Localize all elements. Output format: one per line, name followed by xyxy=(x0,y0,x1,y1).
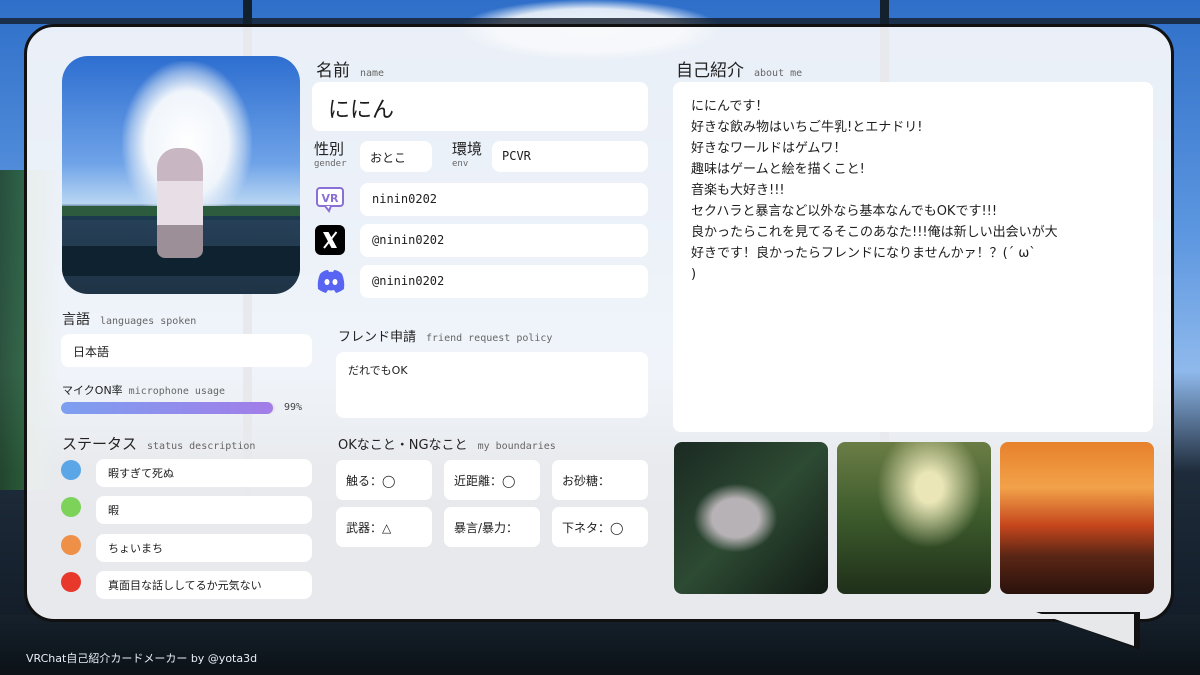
about-heading: 自己紹介 about me xyxy=(676,56,802,81)
credit-text: VRChat自己紹介カードメーカー by @yota3d xyxy=(26,652,258,665)
screenshot-photo-2 xyxy=(837,442,991,594)
discord-handle-value: @ninin0202 xyxy=(372,274,445,288)
avatar-photo xyxy=(62,56,300,294)
boundaries-sub-label: my boundaries xyxy=(477,441,556,452)
vrchat-id-value: ninin0202 xyxy=(372,192,438,206)
vrchat-id-field: ninin0202 xyxy=(360,183,648,216)
languages-label: 言語 xyxy=(62,312,90,328)
env-sub-label: env xyxy=(452,159,469,169)
status-sub-label: status description xyxy=(147,441,256,452)
status-dot-green xyxy=(61,497,81,517)
boundary-item: 暴言/暴力： xyxy=(444,507,540,547)
mic-usage-percent: 99% xyxy=(284,402,303,413)
avatar-figure xyxy=(157,148,203,258)
env-heading: 環境 env xyxy=(452,142,482,169)
languages-heading: 言語 languages spoken xyxy=(62,309,196,329)
env-value: PCVR xyxy=(502,149,531,163)
boundaries-heading: OKなこと・NGなこと my boundaries xyxy=(338,434,556,453)
about-line: 好きです！良かったらフレンドになりませんかァ！？(´ ω` xyxy=(691,246,1036,261)
status-item-blue: 暇すぎて死ぬ xyxy=(96,459,312,487)
name-sub-label: name xyxy=(360,68,385,79)
boundary-item: 触る：◯ xyxy=(336,460,432,500)
x-handle-field: @ninin0202 xyxy=(360,224,648,257)
boundaries-label: OKなこと・NGなこと xyxy=(338,438,468,453)
status-dot-red xyxy=(61,572,81,592)
screenshot-photo-3 xyxy=(1000,442,1154,594)
x-handle-value: @ninin0202 xyxy=(372,233,445,247)
about-line: セクハラと暴言など以外なら基本なんでもOKです!!! xyxy=(691,204,998,219)
friend-request-sub-label: friend request policy xyxy=(426,333,553,344)
status-item-text: 暇すぎて死ぬ xyxy=(108,467,174,480)
status-item-text: 暇 xyxy=(108,504,119,517)
friend-request-heading: フレンド申請 friend request policy xyxy=(338,326,552,345)
gender-label: 性別 xyxy=(314,140,345,158)
status-item-text: ちょいまち xyxy=(108,542,163,555)
x-logo-icon xyxy=(315,225,345,255)
friend-request-field: だれでもOK xyxy=(336,352,648,418)
gender-sub-label: gender xyxy=(314,159,347,169)
status-dot-orange xyxy=(61,535,81,555)
background-floor xyxy=(0,615,1200,675)
name-field: ににん xyxy=(312,82,648,131)
about-sub-label: about me xyxy=(754,68,803,79)
about-label: 自己紹介 xyxy=(676,61,744,81)
about-line: 良かったらこれを見てるそこのあなた!!!俺は新しい出会いが大 xyxy=(691,225,1058,240)
discord-icon xyxy=(315,266,347,296)
friend-request-value: だれでもOK xyxy=(348,364,408,377)
name-heading: 名前 name xyxy=(316,56,384,81)
languages-sub-label: languages spoken xyxy=(100,316,197,327)
languages-field: 日本語 xyxy=(61,334,312,367)
gender-heading: 性別 gender xyxy=(314,142,347,169)
status-dot-blue xyxy=(61,460,81,480)
status-item-red: 真面目な話ししてるか元気ない xyxy=(96,571,312,599)
name-value: ににん xyxy=(328,98,395,123)
name-label: 名前 xyxy=(316,61,350,81)
boundary-item: 近距離：◯ xyxy=(444,460,540,500)
status-item-green: 暇 xyxy=(96,496,312,524)
discord-handle-field: @ninin0202 xyxy=(360,265,648,298)
about-line: 趣味はゲームと絵を描くこと! xyxy=(691,162,865,177)
card-tail-inner xyxy=(1040,614,1134,646)
boundary-item: 下ネタ：◯ xyxy=(552,507,648,547)
mic-label: マイクON率 xyxy=(62,384,123,397)
mic-heading: マイクON率 microphone usage xyxy=(62,379,225,398)
mic-usage-bar xyxy=(61,402,275,414)
svg-text:VR: VR xyxy=(322,192,340,205)
status-item-text: 真面目な話ししてるか元気ない xyxy=(108,579,262,592)
about-line: 好きなワールドはゲムワ！ xyxy=(691,141,847,156)
gender-field: おとこ xyxy=(360,141,432,172)
status-heading: ステータス status description xyxy=(62,433,255,454)
about-text-box: ににんです！ 好きな飲み物はいちご牛乳!とエナドリ! 好きなワールドはゲムワ！ … xyxy=(673,82,1153,432)
about-line: ににんです！ xyxy=(691,99,769,114)
status-label: ステータス xyxy=(62,435,138,453)
mic-usage-bar-fill xyxy=(61,402,273,414)
about-line: 好きな飲み物はいちご牛乳!とエナドリ! xyxy=(691,120,923,135)
env-field: PCVR xyxy=(492,141,648,172)
languages-value: 日本語 xyxy=(73,345,110,359)
gender-value: おとこ xyxy=(370,151,407,165)
about-line: 音楽も大好き!!! xyxy=(691,183,785,198)
about-line: ) xyxy=(691,267,697,282)
vr-icon: VR xyxy=(315,184,345,214)
friend-request-label: フレンド申請 xyxy=(338,330,417,345)
boundary-item: お砂糖： xyxy=(552,460,648,500)
env-label: 環境 xyxy=(452,140,483,158)
mic-sub-label: microphone usage xyxy=(128,386,225,397)
boundary-item: 武器：△ xyxy=(336,507,432,547)
status-item-orange: ちょいまち xyxy=(96,534,312,562)
screenshot-photo-1 xyxy=(674,442,828,594)
